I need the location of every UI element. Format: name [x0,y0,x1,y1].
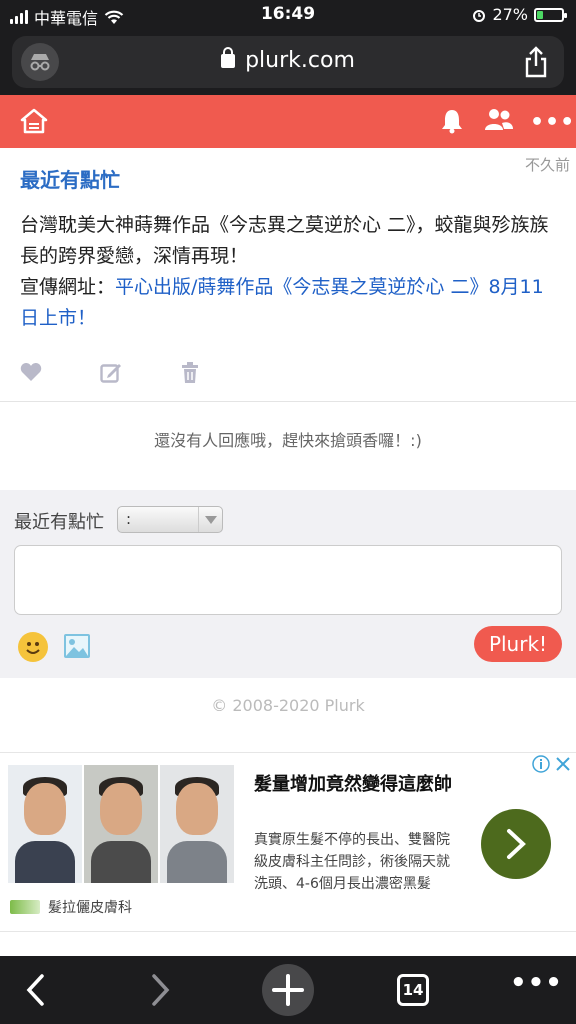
ad-choices[interactable] [532,755,572,773]
qualifier-select[interactable]: : [117,506,223,533]
close-icon[interactable] [554,755,572,773]
plus-icon [272,974,304,1006]
back-icon[interactable] [24,972,48,1008]
battery-percent: 27% [492,5,528,24]
no-responses-message: 還沒有人回應哦，趕快來搶頭香囉！:) [154,431,422,450]
plurk-header: ••• [0,95,576,148]
emoji-icon[interactable] [18,632,48,662]
ad-image[interactable] [8,765,234,883]
reply-input[interactable] [14,545,562,615]
battery-icon [534,7,567,22]
link-prefix: 宣傳網址： [20,276,116,298]
ad-description[interactable]: 真實原生髮不停的長出、雙醫院級皮膚科主任問診，術後隔天就洗頭、4-6個月長出濃密… [254,829,454,895]
chevron-down-icon [198,507,222,532]
lock-icon [221,47,236,68]
post-time: 不久前 [524,156,570,174]
post-content: 台灣耽美大神蒔舞作品《今志異之莫逆於心 二》，蛟龍與殄族族長的跨界愛戀，深情再現… [20,210,560,334]
info-icon[interactable] [532,755,550,773]
image-upload-icon[interactable] [63,633,91,659]
new-tab-button[interactable] [262,964,314,1016]
edit-icon[interactable] [100,362,122,384]
delete-icon[interactable] [180,362,202,384]
alarm-icon [473,9,486,22]
ad-title[interactable]: 髮量增加竟然變得這麼帥 [254,771,464,798]
reply-form: 最近有點忙 : Plurk! [0,490,576,678]
copyright: © 2008-2020 Plurk [211,696,365,715]
ad-advertiser[interactable]: 髮拉儷皮膚科 [10,897,132,917]
notification-bell-icon[interactable] [440,108,464,134]
ad-photo [160,765,234,883]
like-icon[interactable] [20,362,42,384]
advertiser-logo [10,900,40,914]
friends-icon[interactable] [485,108,513,132]
plurk-submit-button[interactable]: Plurk! [474,626,562,662]
share-icon[interactable] [522,46,550,78]
address-bar[interactable]: plurk.com [12,36,564,88]
post-author[interactable]: 最近有點忙 [20,164,120,193]
reply-username: 最近有點忙 [14,512,104,533]
ad-banner[interactable]: 髮拉儷皮膚科 髮量增加竟然變得這麼帥 真實原生髮不停的長出、雙醫院級皮膚科主任問… [0,752,576,932]
browser-toolbar: 14 ••• [0,956,576,1024]
url-text[interactable]: plurk.com [12,47,564,73]
browser-menu-icon[interactable]: ••• [510,968,563,998]
ad-photo [8,765,82,883]
post-text: 台灣耽美大神蒔舞作品《今志異之莫逆於心 二》，蛟龍與殄族族長的跨界愛戀，深情再現… [20,214,549,267]
divider [0,401,576,402]
more-menu-icon[interactable]: ••• [530,110,575,135]
chevron-right-icon [507,829,526,859]
tab-count-button[interactable]: 14 [397,974,429,1006]
home-icon[interactable] [20,108,48,134]
ad-photo [84,765,158,883]
status-bar: 中華電信 16:49 27% [0,0,576,30]
ad-go-button[interactable] [481,809,551,879]
post-actions [20,362,202,384]
forward-icon[interactable] [148,972,172,1008]
